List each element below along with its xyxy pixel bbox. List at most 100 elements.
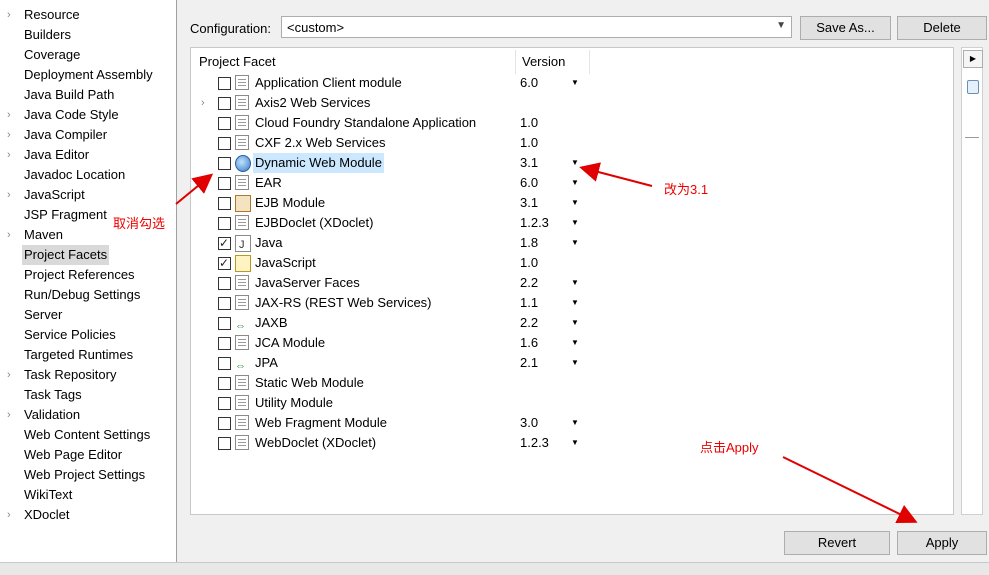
sidebar-item[interactable]: Javadoc Location [0, 165, 175, 185]
version-dropdown-icon[interactable]: ▼ [571, 293, 579, 313]
facet-checkbox[interactable] [218, 377, 231, 390]
sidebar-item[interactable]: WikiText [0, 485, 175, 505]
facet-row[interactable]: JCA Module 1.6 ▼ [191, 333, 953, 353]
facet-row[interactable]: EAR 6.0 ▼ [191, 173, 953, 193]
version-dropdown-icon[interactable]: ▼ [571, 193, 579, 213]
chevron-right-icon[interactable]: › [201, 93, 205, 113]
facet-checkbox[interactable] [218, 277, 231, 290]
facet-checkbox[interactable] [218, 253, 231, 273]
sidebar-item[interactable]: › XDoclet [0, 505, 175, 525]
facet-row[interactable]: ⇔ JAXB 2.2 ▼ [191, 313, 953, 333]
version-dropdown-icon[interactable]: ▼ [571, 273, 579, 293]
facet-checkbox[interactable] [218, 397, 231, 410]
sidebar-item[interactable]: Web Project Settings [0, 465, 175, 485]
facet-row[interactable]: Utility Module [191, 393, 953, 413]
sidebar-item[interactable]: › Java Code Style [0, 105, 175, 125]
facet-checkbox[interactable] [218, 217, 231, 230]
sidebar-item[interactable]: Web Page Editor [0, 445, 175, 465]
version-dropdown-icon[interactable]: ▼ [571, 433, 579, 453]
chevron-right-icon[interactable]: › [7, 125, 17, 145]
delete-button[interactable]: Delete [897, 16, 987, 40]
sidebar-item[interactable]: Run/Debug Settings [0, 285, 175, 305]
facet-row[interactable]: CXF 2.x Web Services 1.0 [191, 133, 953, 153]
facet-row[interactable]: › Axis2 Web Services [191, 93, 953, 113]
version-dropdown-icon[interactable]: ▼ [571, 413, 579, 433]
chevron-right-icon[interactable]: › [7, 225, 17, 245]
version-dropdown-icon[interactable]: ▼ [571, 333, 579, 353]
facet-row[interactable]: Application Client module 6.0 ▼ [191, 73, 953, 93]
facet-row[interactable]: Cloud Foundry Standalone Application 1.0 [191, 113, 953, 133]
chevron-right-icon[interactable]: › [7, 505, 17, 525]
facet-checkbox[interactable] [218, 77, 231, 90]
version-column-header[interactable]: Version [522, 52, 565, 72]
facet-row[interactable]: Web Fragment Module 3.0 ▼ [191, 413, 953, 433]
version-dropdown-icon[interactable]: ▼ [571, 313, 579, 333]
sidebar-item[interactable]: Builders [0, 25, 175, 45]
facet-row[interactable]: JAX-RS (REST Web Services) 1.1 ▼ [191, 293, 953, 313]
version-dropdown-icon[interactable]: ▼ [571, 213, 579, 233]
facet-checkbox[interactable] [218, 417, 231, 430]
facet-checkbox[interactable] [218, 337, 231, 350]
sidebar-item[interactable]: Coverage [0, 45, 175, 65]
facet-row[interactable]: WebDoclet (XDoclet) 1.2.3 ▼ [191, 433, 953, 453]
version-dropdown-icon[interactable]: ▼ [571, 233, 579, 253]
facet-row[interactable]: EJB Module 3.1 ▼ [191, 193, 953, 213]
facet-version[interactable]: 1.2.3 [520, 213, 549, 233]
chevron-right-icon[interactable]: › [7, 145, 17, 165]
facet-checkbox[interactable] [218, 177, 231, 190]
details-toggle-button[interactable]: ▶ [963, 50, 983, 68]
sidebar-item[interactable]: › Validation [0, 405, 175, 425]
version-dropdown-icon[interactable]: ▼ [571, 153, 579, 173]
facet-checkbox[interactable] [218, 437, 231, 450]
facet-column-header[interactable]: Project Facet [199, 52, 276, 72]
facet-row[interactable]: JavaScript 1.0 [191, 253, 953, 273]
facet-checkbox[interactable] [218, 97, 231, 110]
facet-row[interactable]: ⇔ JPA 2.1 ▼ [191, 353, 953, 373]
facet-checkbox[interactable] [218, 233, 231, 253]
chevron-right-icon[interactable]: › [7, 365, 17, 385]
sidebar-item[interactable]: Targeted Runtimes [0, 345, 175, 365]
facet-checkbox[interactable] [218, 357, 231, 370]
chevron-right-icon[interactable]: › [7, 185, 17, 205]
sidebar-item[interactable]: Project Facets [0, 245, 175, 265]
sidebar-item[interactable]: Service Policies [0, 325, 175, 345]
sidebar-item[interactable]: › Java Compiler [0, 125, 175, 145]
version-dropdown-icon[interactable]: ▼ [571, 353, 579, 373]
facet-version[interactable]: 2.2 [520, 273, 538, 293]
version-dropdown-icon[interactable]: ▼ [571, 173, 579, 193]
sidebar-item[interactable]: Task Tags [0, 385, 175, 405]
save-as-button[interactable]: Save As... [800, 16, 891, 40]
chevron-right-icon[interactable]: › [7, 405, 17, 425]
revert-button[interactable]: Revert [784, 531, 890, 555]
configuration-select[interactable]: <custom> ▼ [281, 16, 792, 38]
facet-version[interactable]: 3.1 [520, 153, 538, 173]
facet-version[interactable]: 1.6 [520, 333, 538, 353]
sidebar-item[interactable]: › Java Editor [0, 145, 175, 165]
facet-row[interactable]: Dynamic Web Module 3.1 ▼ [191, 153, 953, 173]
version-dropdown-icon[interactable]: ▼ [571, 73, 579, 93]
facet-checkbox[interactable] [218, 297, 231, 310]
sidebar-item[interactable]: Deployment Assembly [0, 65, 175, 85]
facet-version[interactable]: 1.2.3 [520, 433, 549, 453]
facet-version[interactable]: 2.2 [520, 313, 538, 333]
facet-version[interactable]: 6.0 [520, 173, 538, 193]
facet-version[interactable]: 2.1 [520, 353, 538, 373]
apply-button[interactable]: Apply [897, 531, 987, 555]
facet-checkbox[interactable] [218, 137, 231, 150]
facet-checkbox[interactable] [218, 117, 231, 130]
facet-row[interactable]: EJBDoclet (XDoclet) 1.2.3 ▼ [191, 213, 953, 233]
facet-version[interactable]: 1.8 [520, 233, 538, 253]
sidebar-item[interactable]: Server [0, 305, 175, 325]
sidebar-item[interactable]: Web Content Settings [0, 425, 175, 445]
sidebar-item[interactable]: Java Build Path [0, 85, 175, 105]
sidebar-item[interactable]: › Task Repository [0, 365, 175, 385]
facet-row[interactable]: Static Web Module [191, 373, 953, 393]
facet-checkbox[interactable] [218, 197, 231, 210]
facet-version[interactable]: 3.0 [520, 413, 538, 433]
facet-row[interactable]: J Java 1.8 ▼ [191, 233, 953, 253]
facet-checkbox[interactable] [218, 157, 231, 170]
facet-version[interactable]: 6.0 [520, 73, 538, 93]
facet-row[interactable]: JavaServer Faces 2.2 ▼ [191, 273, 953, 293]
facet-checkbox[interactable] [218, 317, 231, 330]
facet-version[interactable]: 1.1 [520, 293, 538, 313]
